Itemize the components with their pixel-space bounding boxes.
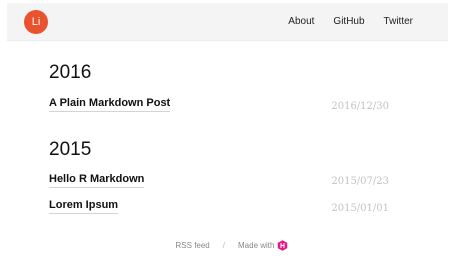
archive-year-heading: 2016: [49, 62, 92, 83]
rss-feed-link[interactable]: RSS feed: [176, 241, 210, 250]
post-title-link[interactable]: Hello R Markdown: [49, 173, 145, 188]
post-date: 2015/07/23: [331, 176, 389, 187]
post-title-link[interactable]: A Plain Markdown Post: [49, 97, 171, 112]
post-date: 2016/12/30: [331, 101, 389, 112]
site-header: Li About GitHub Twitter: [7, 3, 448, 41]
site-footer: RSS feed / Made with: [0, 238, 464, 252]
hugo-logo-icon[interactable]: [277, 239, 288, 251]
nav-link-github[interactable]: GitHub: [333, 16, 364, 27]
site-logo[interactable]: Li: [24, 10, 48, 34]
made-with-label: Made with: [238, 240, 275, 250]
archive-year-heading: 2015: [49, 139, 92, 160]
nav-link-about[interactable]: About: [288, 16, 314, 27]
footer-separator: /: [222, 240, 225, 250]
post-title-link[interactable]: Lorem Ipsum: [49, 199, 119, 214]
nav-link-twitter[interactable]: Twitter: [384, 16, 413, 27]
main-nav: About GitHub Twitter: [288, 3, 413, 40]
post-date: 2015/01/01: [331, 203, 389, 214]
